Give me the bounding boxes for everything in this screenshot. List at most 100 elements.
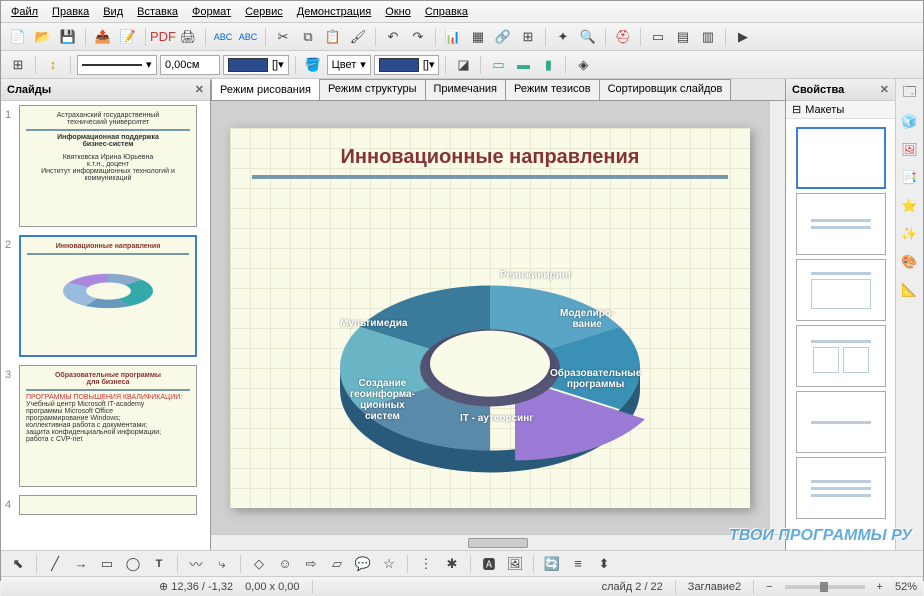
hyperlink-button[interactable]: 🔗 <box>492 26 514 48</box>
new-button[interactable]: 📄 <box>7 26 29 48</box>
ellipse-tool[interactable]: ◯ <box>122 553 144 575</box>
close-icon[interactable]: ✕ <box>880 83 889 96</box>
menu-file[interactable]: Файл <box>5 4 44 20</box>
arrow-tool[interactable]: → <box>70 553 92 575</box>
edit-doc-button[interactable]: 📝 <box>117 26 139 48</box>
fill-bucket-icon[interactable]: 🪣 <box>302 54 324 76</box>
paste-button[interactable]: 📋 <box>322 26 344 48</box>
line-tool[interactable]: ╱ <box>44 553 66 575</box>
grid-button[interactable]: ⊞ <box>517 26 539 48</box>
symbol-shapes-tool[interactable]: ☺ <box>274 553 296 575</box>
fontwork-tool[interactable]: 🅰 <box>478 553 500 575</box>
slide-button[interactable]: ▭ <box>647 26 669 48</box>
rotate-tool[interactable]: 🔄 <box>541 553 563 575</box>
tab-outline[interactable]: Режим структуры <box>319 79 426 100</box>
slide-thumb[interactable]: 1 Астраханский государственный техническ… <box>5 105 206 227</box>
master-name[interactable]: Заглавие2 <box>688 581 741 593</box>
slide-thumb[interactable]: 4 <box>5 495 206 515</box>
transition-icon[interactable]: 🎨 <box>899 251 921 273</box>
menu-insert[interactable]: Вставка <box>131 4 184 20</box>
fill-color-combo[interactable]: []▾ <box>374 55 440 75</box>
zoom-value[interactable]: 52% <box>895 581 917 593</box>
format-paint-button[interactable]: 🖌 <box>347 26 369 48</box>
styles-icon[interactable]: 📐 <box>899 279 921 301</box>
tab-notes[interactable]: Примечания <box>425 79 507 100</box>
export-button[interactable]: 📤 <box>92 26 114 48</box>
layout-thumb[interactable] <box>796 259 886 321</box>
redo-button[interactable]: ↷ <box>407 26 429 48</box>
zoom-slider[interactable] <box>785 585 865 589</box>
open-button[interactable]: 📂 <box>32 26 54 48</box>
menu-window[interactable]: Окно <box>379 4 417 20</box>
extrusion-button[interactable]: ◈ <box>572 54 594 76</box>
layouts-section-header[interactable]: ⊟ Макеты <box>786 101 895 119</box>
rect-tool[interactable]: ▭ <box>96 553 118 575</box>
copy-button[interactable]: ⧉ <box>297 26 319 48</box>
layout-thumb[interactable] <box>796 325 886 387</box>
distribute-button[interactable]: ▮ <box>537 54 559 76</box>
horizontal-scrollbar[interactable] <box>211 534 785 550</box>
callout-tool[interactable]: 💬 <box>352 553 374 575</box>
curve-tool[interactable]: 〰 <box>185 553 207 575</box>
presentation-button[interactable]: ▶ <box>732 26 754 48</box>
connector-tool[interactable]: ⤷ <box>211 553 233 575</box>
menu-edit[interactable]: Правка <box>46 4 95 20</box>
spellcheck-button[interactable]: ABC <box>212 26 234 48</box>
shadow-button[interactable]: ◪ <box>452 54 474 76</box>
undo-button[interactable]: ↶ <box>382 26 404 48</box>
cube-icon[interactable]: 🧊 <box>899 111 921 133</box>
slide-canvas[interactable]: Инновационные направления <box>230 128 750 508</box>
flowchart-tool[interactable]: ▱ <box>326 553 348 575</box>
align-button[interactable]: ▬ <box>512 54 534 76</box>
fill-type-combo[interactable]: Цвет▾ <box>327 55 371 75</box>
align-tool[interactable]: ≡ <box>567 553 589 575</box>
properties-icon[interactable]: 🗔 <box>899 83 921 105</box>
zoom-button[interactable]: 🔍 <box>577 26 599 48</box>
block-arrows-tool[interactable]: ⇨ <box>300 553 322 575</box>
arrange-button[interactable]: ▭ <box>487 54 509 76</box>
slides-list[interactable]: 1 Астраханский государственный техническ… <box>1 101 210 550</box>
select-tool[interactable]: ⬉ <box>7 553 29 575</box>
pdf-button[interactable]: PDF <box>152 26 174 48</box>
layout-thumb[interactable] <box>796 127 886 189</box>
star-icon[interactable]: ⭐ <box>899 195 921 217</box>
tab-drawing[interactable]: Режим рисования <box>211 79 320 100</box>
animation-icon[interactable]: ✨ <box>899 223 921 245</box>
close-icon[interactable]: ✕ <box>195 83 204 96</box>
menu-tools[interactable]: Сервис <box>239 4 289 20</box>
vertical-scrollbar[interactable] <box>769 101 785 534</box>
image-tool[interactable]: 🖼 <box>504 553 526 575</box>
grid-toggle-button[interactable]: ⊞ <box>7 54 29 76</box>
layout-thumb[interactable] <box>796 391 886 453</box>
print-button[interactable]: 🖨 <box>177 26 199 48</box>
slide-counter[interactable]: слайд 2 / 22 <box>602 581 663 593</box>
line-width-input[interactable] <box>160 55 220 75</box>
save-button[interactable]: 💾 <box>57 26 79 48</box>
gallery-icon[interactable]: 🖼 <box>899 139 921 161</box>
arrow-style-button[interactable]: ↕ <box>42 54 64 76</box>
basic-shapes-tool[interactable]: ◇ <box>248 553 270 575</box>
slide-canvas-area[interactable]: Инновационные направления <box>211 101 769 534</box>
menu-view[interactable]: Вид <box>97 4 129 20</box>
table-button[interactable]: ▦ <box>467 26 489 48</box>
zoom-in-icon[interactable]: + <box>877 581 883 593</box>
slide-thumb[interactable]: 2 Инновационные направления <box>5 235 206 357</box>
slide-props-button[interactable]: ▤ <box>672 26 694 48</box>
menu-help[interactable]: Справка <box>419 4 474 20</box>
slide-thumb[interactable]: 3 Образовательные программы для бизнеса … <box>5 365 206 487</box>
menu-format[interactable]: Формат <box>186 4 237 20</box>
tab-sorter[interactable]: Сортировщик слайдов <box>599 79 732 100</box>
arrange-tool[interactable]: ⬍ <box>593 553 615 575</box>
help-button[interactable]: ⛑ <box>612 26 634 48</box>
cut-button[interactable]: ✂ <box>272 26 294 48</box>
stars-tool[interactable]: ☆ <box>378 553 400 575</box>
menu-slideshow[interactable]: Демонстрация <box>291 4 378 20</box>
zoom-out-icon[interactable]: − <box>766 581 772 593</box>
chart-button[interactable]: 📊 <box>442 26 464 48</box>
navigator-button[interactable]: ✦ <box>552 26 574 48</box>
slide-design-button[interactable]: ▥ <box>697 26 719 48</box>
master-icon[interactable]: 📑 <box>899 167 921 189</box>
autospell-button[interactable]: ABC <box>237 26 259 48</box>
text-tool[interactable]: T <box>148 553 170 575</box>
layout-thumb[interactable] <box>796 457 886 519</box>
